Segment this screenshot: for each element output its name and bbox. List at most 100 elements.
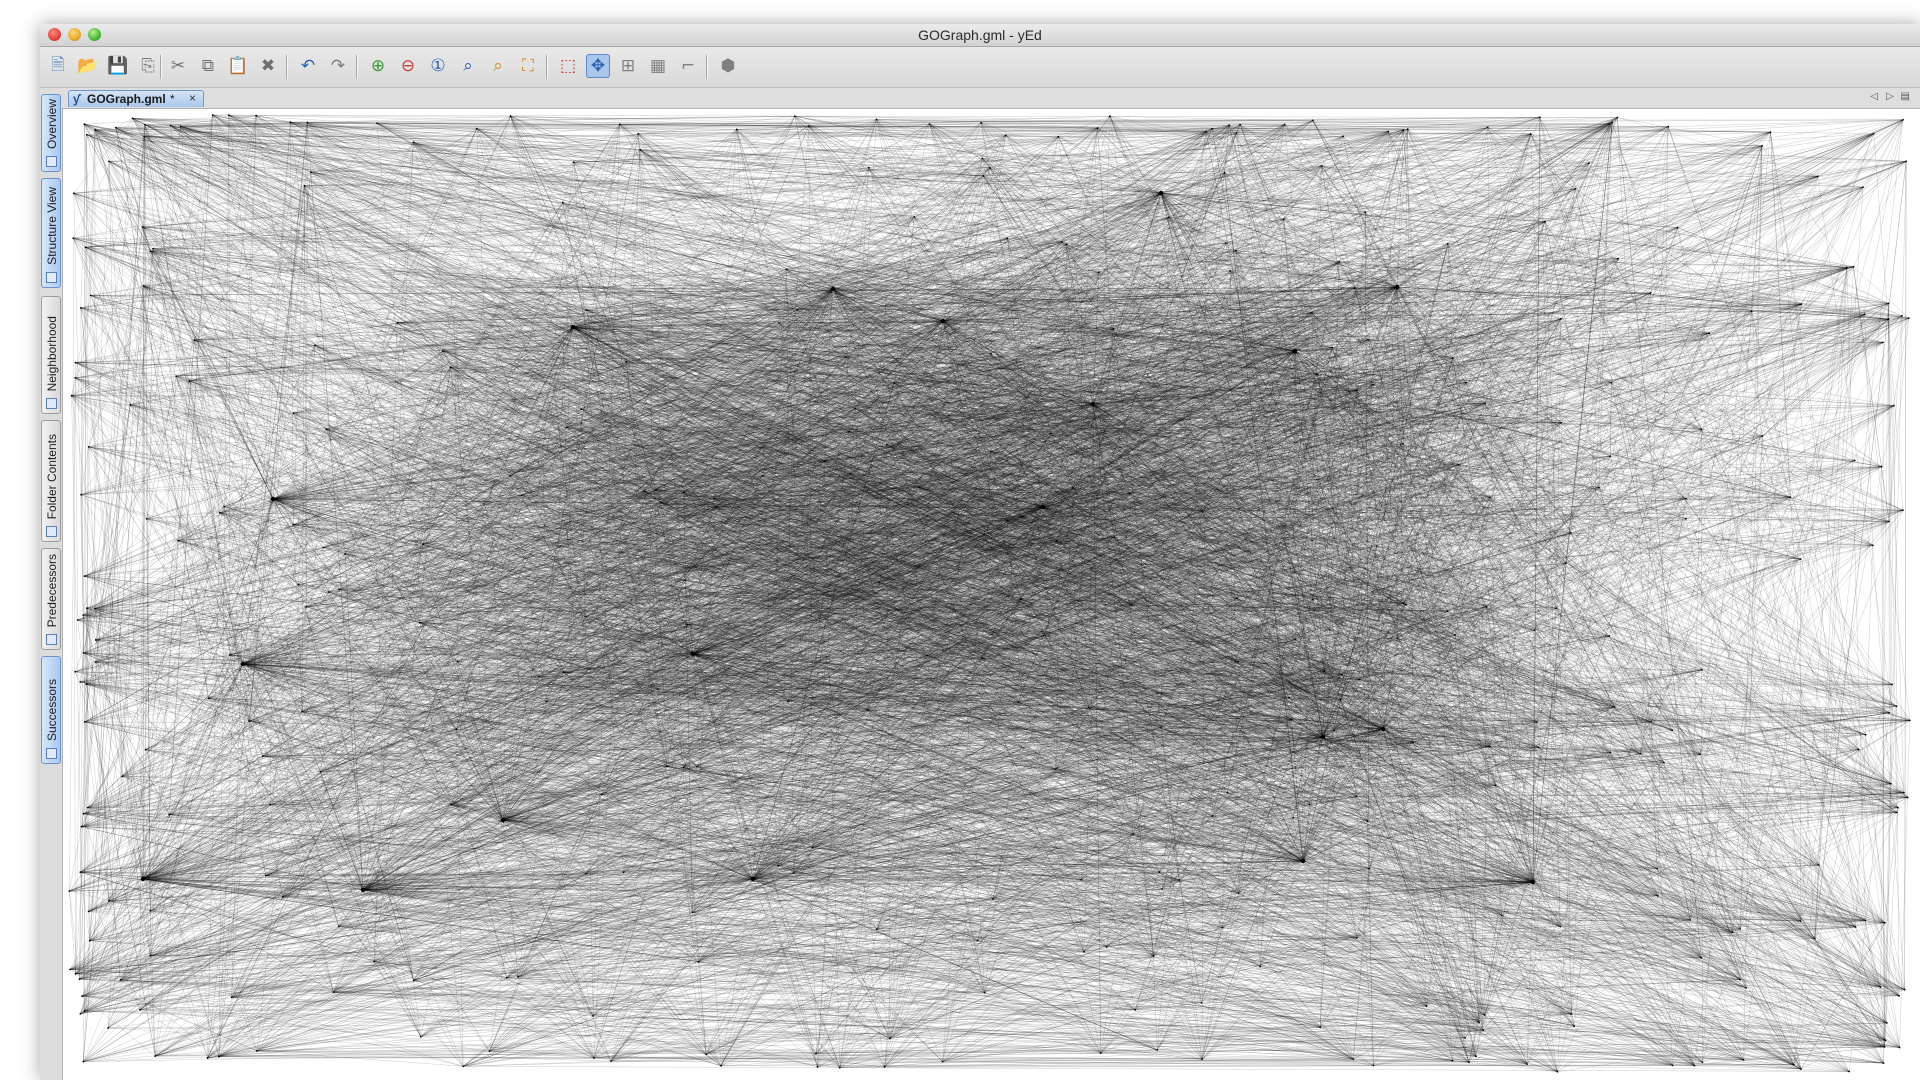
side-tab-structure-view[interactable]: Structure View [41,178,61,288]
graph-node[interactable] [206,1057,209,1059]
graph-node[interactable] [838,1066,841,1069]
graph-node[interactable] [1311,119,1314,122]
graph-node[interactable] [1239,123,1241,126]
graph-node[interactable] [1201,1058,1203,1061]
graph-node[interactable] [1864,919,1867,922]
graph-node[interactable] [1402,129,1405,131]
graph-node[interactable] [1884,1039,1887,1042]
zoom-out-button[interactable]: ⊖ [396,54,420,78]
graph-node[interactable] [152,247,154,250]
graph-node[interactable] [584,615,587,618]
graph-node[interactable] [1402,602,1405,605]
graph-node[interactable] [94,639,97,641]
graph-node[interactable] [144,748,147,751]
graph-node[interactable] [796,309,798,311]
graph-node[interactable] [1113,536,1115,539]
graph-node[interactable] [1425,1005,1428,1007]
graph-node[interactable] [74,670,77,673]
graph-node[interactable] [517,976,519,978]
graph-node[interactable] [1451,357,1454,359]
graph-node[interactable] [1857,748,1860,751]
graph-node[interactable] [1663,761,1665,764]
graph-node[interactable] [561,201,564,204]
graph-node[interactable] [1671,1064,1674,1067]
graph-node[interactable] [79,307,82,309]
graph-node[interactable] [1598,486,1600,489]
graph-node[interactable] [1897,806,1899,809]
graph-node[interactable] [140,876,146,882]
graph-node[interactable] [119,979,122,981]
graph-node[interactable] [1353,287,1356,290]
graph-node[interactable] [450,803,453,806]
graph-node[interactable] [1160,727,1162,729]
graph-node[interactable] [306,121,309,124]
graph-node[interactable] [228,654,231,656]
graph-node[interactable] [1610,381,1613,384]
graph-node[interactable] [1872,132,1875,135]
graph-node[interactable] [1871,544,1874,547]
graph-node[interactable] [328,591,330,593]
graph-node[interactable] [1559,925,1562,928]
graph-node[interactable] [1468,1061,1470,1064]
plugin-button[interactable]: ⬢ [716,54,740,78]
graph-node[interactable] [1693,1064,1696,1067]
graph-node[interactable] [1883,1046,1886,1048]
graph-node[interactable] [422,543,424,546]
graph-node[interactable] [262,755,264,758]
graph-node[interactable] [80,825,83,828]
graph-node[interactable] [1364,211,1367,213]
graph-node[interactable] [1608,635,1611,637]
graph-node[interactable] [1229,270,1232,272]
tab-list-icon[interactable]: ▤ [1901,91,1910,102]
graph-node[interactable] [1355,937,1358,939]
graph-node[interactable] [1656,895,1659,897]
graph-node[interactable] [1158,190,1164,196]
graph-node[interactable] [1451,1059,1454,1062]
graph-node[interactable] [289,121,292,124]
graph-node[interactable] [1500,914,1503,917]
graph-node[interactable] [1700,428,1703,431]
graph-node[interactable] [585,309,588,311]
graph-node[interactable] [637,132,640,135]
graph-node[interactable] [1316,373,1319,375]
graph-node[interactable] [572,161,575,164]
graph-node[interactable] [1898,995,1900,997]
graph-node[interactable] [1339,699,1342,701]
graph-node[interactable] [854,407,857,410]
graph-node[interactable] [1372,383,1375,386]
graph-node[interactable] [1097,271,1100,274]
graph-node[interactable] [1879,986,1882,988]
graph-node[interactable] [442,350,444,353]
graph-node[interactable] [143,135,146,138]
graph-node[interactable] [85,133,88,136]
graph-node[interactable] [83,123,86,125]
graph-node[interactable] [509,115,512,117]
graph-node[interactable] [1158,871,1161,874]
graph-node[interactable] [849,472,851,475]
graph-node[interactable] [1530,879,1536,885]
graph-node[interactable] [168,813,171,816]
graph-node[interactable] [1312,598,1314,601]
graph-node[interactable] [690,651,696,657]
graph-node[interactable] [1895,705,1898,707]
graph-node[interactable] [412,141,415,144]
scroll-tabs-right-icon[interactable]: ▷ [1886,91,1894,102]
graph-node[interactable] [1200,509,1203,512]
graph-node[interactable] [1065,243,1068,246]
snap-button[interactable]: ⌐ [676,54,700,78]
graph-node[interactable] [1529,133,1532,135]
graph-node[interactable] [211,114,214,116]
graph-node[interactable] [144,123,146,126]
graph-node[interactable] [79,681,82,683]
graph-node[interactable] [303,184,306,187]
graph-node[interactable] [1742,1059,1745,1061]
graph-node[interactable] [1323,670,1326,673]
graph-node[interactable] [1236,597,1238,600]
graph-node[interactable] [1564,562,1567,565]
graph-node[interactable] [682,491,685,493]
graph-node[interactable] [928,123,931,125]
graph-node[interactable] [1310,311,1313,314]
graph-node[interactable] [108,160,110,163]
graph-node[interactable] [1616,116,1619,119]
save-button[interactable]: 💾 [106,54,130,78]
